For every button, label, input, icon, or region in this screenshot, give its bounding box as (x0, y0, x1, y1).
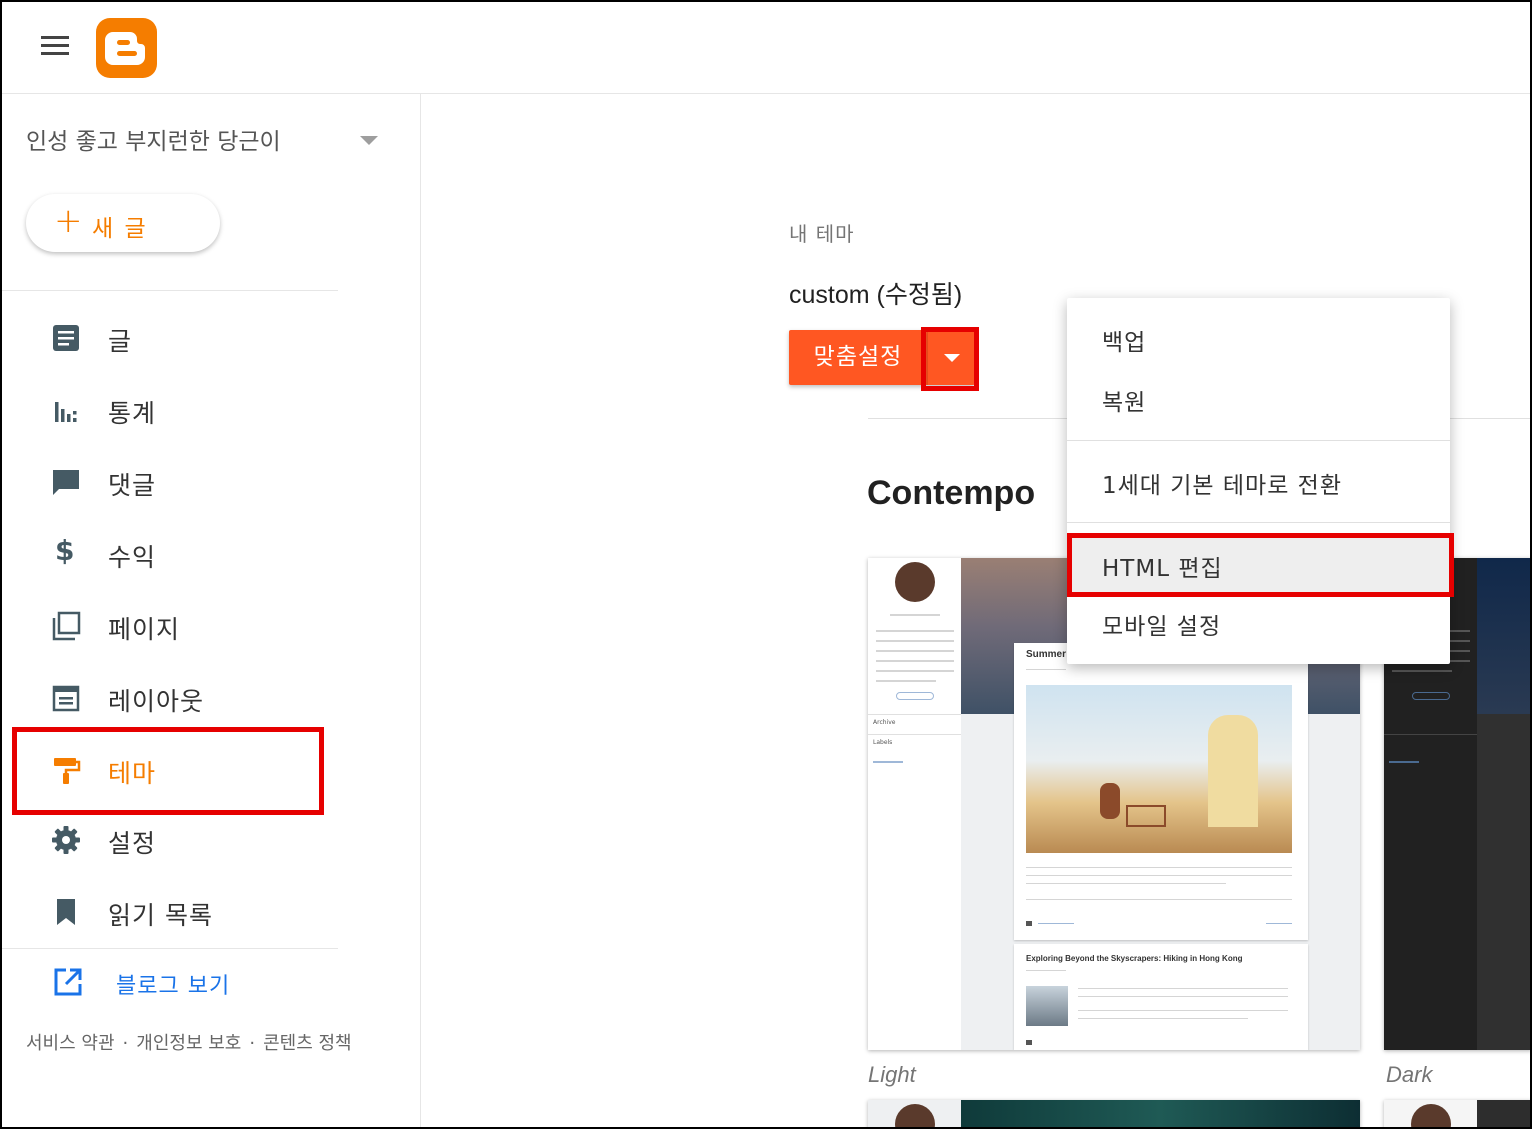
theme-preview-next[interactable] (868, 1100, 1360, 1129)
theme-gallery-title: Contempo (867, 474, 1036, 512)
sidebar-item-label: 수익 (108, 543, 157, 572)
preview-archive: Archive (873, 719, 896, 726)
theme-options-menu: 백업 복원 1세대 기본 테마로 전환 HTML 편집 모바일 설정 (1067, 298, 1450, 664)
divider (0, 290, 338, 291)
comments-icon (53, 470, 79, 495)
preview-post-title: Summer (1026, 649, 1067, 660)
posts-icon (53, 325, 79, 351)
menu-item-label: HTML 편집 (1102, 556, 1223, 582)
variant-label-dark: Dark (1386, 1062, 1433, 1087)
theme-preview-next[interactable] (1384, 1100, 1532, 1129)
menu-item-restore[interactable]: 복원 (1067, 370, 1450, 426)
sidebar-item-comments[interactable]: 댓글 (0, 452, 338, 512)
sidebar-item-theme[interactable]: 테마 (0, 740, 338, 800)
view-blog-link[interactable]: 블로그 보기 (50, 964, 310, 1004)
theme-roller-icon (54, 758, 81, 784)
sidebar-item-posts[interactable]: 글 (0, 308, 338, 368)
blog-selector[interactable]: 인성 좋고 부지런한 당근이 (26, 122, 386, 158)
gear-icon (52, 826, 80, 854)
hamburger-icon[interactable] (38, 32, 72, 58)
bookmark-icon (57, 899, 75, 925)
menu-item-edit-html[interactable]: HTML 편집 (1067, 536, 1450, 592)
dollar-icon: $ (55, 534, 75, 567)
menu-item-backup[interactable]: 백업 (1067, 310, 1450, 366)
caret-down-icon (360, 136, 378, 145)
separator: · (122, 1033, 129, 1054)
stats-icon (55, 402, 77, 422)
preview-post-thumbnail (1026, 986, 1068, 1026)
sidebar-item-settings[interactable]: 설정 (0, 810, 338, 870)
menu-item-label: 복원 (1102, 390, 1147, 416)
theme-options-dropdown-button[interactable] (927, 330, 975, 385)
content-policy-link[interactable]: 콘텐츠 정책 (263, 1033, 352, 1054)
menu-item-label: 모바일 설정 (1102, 614, 1222, 640)
blogger-logo[interactable] (96, 18, 157, 78)
new-post-button[interactable]: + 새 글 (26, 194, 220, 252)
sidebar-item-label: 테마 (108, 759, 157, 788)
divider (0, 948, 338, 949)
view-blog-label: 블로그 보기 (116, 974, 231, 999)
sidebar-item-stats[interactable]: 통계 (0, 380, 338, 440)
sidebar-item-label: 통계 (108, 399, 157, 428)
preview-labels: Labels (873, 739, 893, 746)
sidebar-item-label: 설정 (108, 829, 157, 858)
preview-post-card: Exploring Beyond the Skyscrapers: Hiking… (1014, 944, 1308, 1050)
blog-name: 인성 좋고 부지런한 당근이 (26, 129, 281, 155)
new-post-label: 새 글 (92, 216, 148, 242)
menu-item-label: 1세대 기본 테마로 전환 (1102, 473, 1343, 499)
my-theme-label: 내 테마 (789, 222, 855, 246)
menu-item-switch-classic[interactable]: 1세대 기본 테마로 전환 (1067, 453, 1450, 509)
menu-divider (1067, 522, 1450, 523)
preview-post-title: Exploring Beyond the Skyscrapers: Hiking… (1026, 954, 1243, 963)
sidebar: 인성 좋고 부지런한 당근이 + 새 글 글 통계 댓글 $ 수익 페이지 레이… (0, 94, 421, 1129)
menu-item-mobile-settings[interactable]: 모바일 설정 (1067, 594, 1450, 650)
external-link-icon (54, 968, 82, 996)
sidebar-item-label: 글 (108, 327, 133, 356)
sidebar-item-layout[interactable]: 레이아웃 (0, 668, 338, 728)
top-bar (0, 0, 1532, 94)
separator: · (249, 1033, 256, 1054)
caret-down-icon (944, 354, 960, 362)
plus-icon: + (54, 201, 83, 241)
sidebar-item-reading-list[interactable]: 읽기 목록 (0, 882, 338, 942)
variant-label-light: Light (868, 1062, 916, 1087)
terms-link[interactable]: 서비스 약관 (26, 1033, 115, 1054)
menu-item-label: 백업 (1102, 330, 1147, 356)
sidebar-item-label: 레이아웃 (108, 687, 205, 716)
footer-links: 서비스 약관 · 개인정보 보호 · 콘텐츠 정책 (26, 1029, 352, 1055)
preview-sidebar: Archive Labels (868, 558, 961, 1050)
preview-header-image (1477, 558, 1532, 714)
sidebar-item-earnings[interactable]: $ 수익 (0, 524, 338, 584)
preview-post-image (1026, 685, 1292, 853)
sidebar-item-pages[interactable]: 페이지 (0, 596, 338, 656)
privacy-link[interactable]: 개인정보 보호 (136, 1033, 241, 1054)
layout-icon (52, 685, 80, 712)
sidebar-item-label: 페이지 (108, 615, 181, 644)
avatar (895, 562, 935, 602)
preview-post-card: Summer (1014, 643, 1308, 940)
theme-name: custom (수정됨) (789, 281, 963, 309)
sidebar-item-label: 댓글 (108, 471, 157, 500)
sidebar-item-label: 읽기 목록 (108, 901, 213, 930)
menu-divider (1067, 440, 1450, 441)
pages-icon (52, 611, 81, 641)
customize-button[interactable]: 맞춤설정 (789, 330, 927, 385)
